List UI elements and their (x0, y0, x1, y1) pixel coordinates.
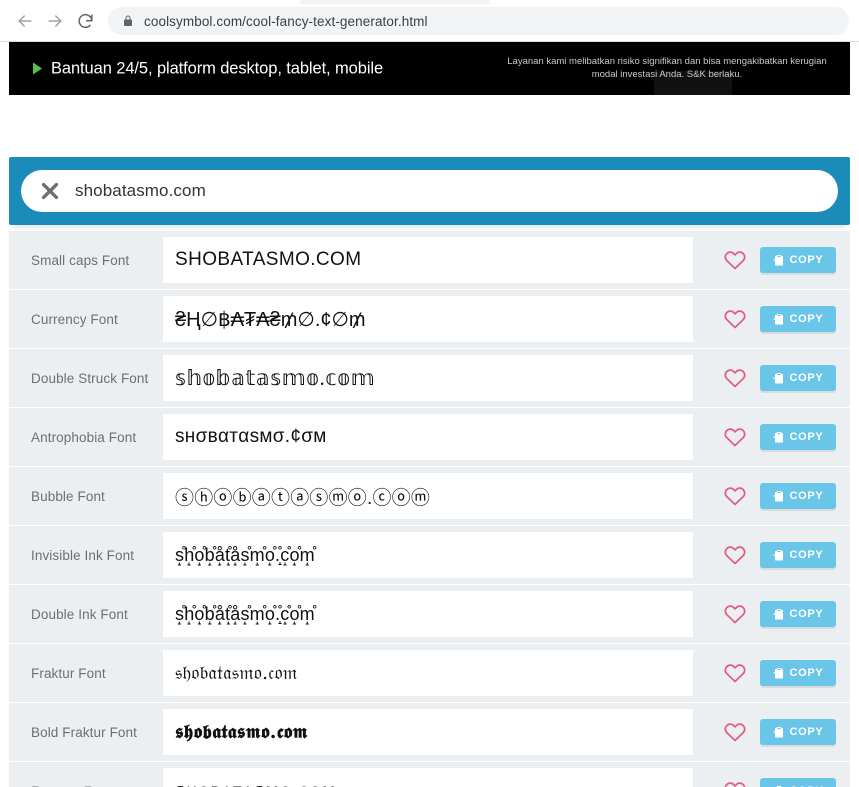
copy-button-label: COPY (789, 667, 824, 679)
close-x-icon[interactable] (37, 178, 63, 204)
font-row-label: Double Ink Font (31, 606, 128, 622)
heart-icon[interactable] (722, 778, 748, 787)
font-row-label: Bubble Font (31, 488, 105, 504)
clipboard-icon (773, 726, 785, 739)
ad-banner[interactable]: Bantuan 24/5, platform desktop, tablet, … (9, 42, 850, 95)
browser-toolbar: coolsymbol.com/cool-fancy-text-generator… (0, 0, 859, 42)
clipboard-icon (773, 254, 785, 267)
heart-icon[interactable] (722, 483, 748, 509)
font-row-actions: COPY (702, 644, 850, 702)
font-row-output[interactable]: ₴Ⱨ∅฿₳₮₳₴₥∅.¢∅₥ (163, 296, 693, 342)
clipboard-icon (773, 431, 785, 444)
font-row: Double Ink Font s̝̊h̝̊o̝̊b̝̊å̝t̝̊å̝s̝̊m̝̊… (9, 585, 850, 643)
font-row-actions: COPY (702, 290, 850, 348)
clipboard-icon (773, 490, 785, 503)
font-row: Bubble Font ⓢⓗⓞⓑⓐⓣⓐⓢⓜⓞ.ⓒⓞⓜ COPY (9, 467, 850, 525)
heart-icon[interactable] (722, 660, 748, 686)
font-row-actions: COPY (702, 467, 850, 525)
copy-button[interactable]: COPY (760, 247, 836, 273)
heart-icon[interactable] (722, 365, 748, 391)
search-input-value: shobatasmo.com (75, 181, 206, 200)
copy-button-label: COPY (789, 254, 824, 266)
clipboard-icon (773, 313, 785, 326)
search-band: shobatasmo.com (9, 157, 850, 225)
font-row-actions: COPY (702, 349, 850, 407)
font-row-output[interactable]: s̝̊h̝̊o̝̊b̝̊å̝t̝̊å̝s̝̊m̝̊o̝̊.̝̊c̝̊o̝̊m̝̊ (163, 532, 693, 578)
play-triangle-icon (33, 62, 42, 75)
back-arrow-icon[interactable] (10, 6, 40, 36)
copy-button[interactable]: COPY (760, 719, 836, 745)
clipboard-icon (773, 549, 785, 562)
copy-button[interactable]: COPY (760, 542, 836, 568)
copy-button-label: COPY (789, 431, 824, 443)
copy-button[interactable]: COPY (760, 424, 836, 450)
font-row-actions: COPY (702, 762, 850, 787)
content-gap (0, 95, 859, 157)
copy-button[interactable]: COPY (760, 483, 836, 509)
font-row-label: Double Struck Font (31, 370, 149, 386)
font-row-label: Antrophobia Font (31, 429, 137, 445)
font-row-output[interactable]: ꜱʜᴏʙᴀᴛᴀꜱᴍᴏ.ᴄᴏᴍ (163, 768, 693, 787)
font-row-label: Bold Fraktur Font (31, 724, 137, 740)
clipboard-icon (773, 372, 785, 385)
font-row-actions: COPY (702, 231, 850, 289)
heart-icon[interactable] (722, 719, 748, 745)
font-row: Antrophobia Font ѕнσвαтαѕмσ.¢σм COPY (9, 408, 850, 466)
heart-icon[interactable] (722, 601, 748, 627)
font-row-actions: COPY (702, 526, 850, 584)
copy-button[interactable]: COPY (760, 778, 836, 787)
heart-icon[interactable] (722, 247, 748, 273)
url-text: coolsymbol.com/cool-fancy-text-generator… (144, 13, 428, 29)
font-row-label: Invisible Ink Font (31, 547, 135, 563)
ad-headline-group: Bantuan 24/5, platform desktop, tablet, … (33, 59, 383, 78)
lock-icon (122, 14, 134, 28)
font-list: Small caps Font SHOBATASMO.COM COPY Currenc… (9, 231, 850, 787)
copy-button-label: COPY (789, 490, 824, 502)
copy-button[interactable]: COPY (760, 660, 836, 686)
font-row-output[interactable]: SHOBATASMO.COM (163, 237, 693, 283)
font-row: Fantasy Fontꜱʜᴏʙᴀᴛᴀꜱᴍᴏ.ᴄᴏᴍ COPY (9, 762, 850, 787)
font-row-label: Small caps Font (31, 252, 130, 268)
font-row-output[interactable]: 𝕤𝕙𝕠𝕓𝕒𝕥𝕒𝕤𝕞𝕠.𝕔𝕠𝕞 (163, 355, 693, 401)
font-row: Fraktur Font 𝔰𝔥𝔬𝔟𝔞𝔱𝔞𝔰𝔪𝔬.𝔠𝔬𝔪 COPY (9, 644, 850, 702)
browser-tab-stub[interactable] (300, 0, 490, 4)
font-row-label: Fraktur Font (31, 665, 106, 681)
font-row: Double Struck Font 𝕤𝕙𝕠𝕓𝕒𝕥𝕒𝕤𝕞𝕠.𝕔𝕠𝕞 COPY (9, 349, 850, 407)
font-row: Invisible Ink Font s̝̊h̝̊o̝̊b̝̊å̝t̝̊å̝s̝̊… (9, 526, 850, 584)
ad-disclaimer: Layanan kami melibatkan risiko signifika… (507, 55, 827, 81)
copy-button-label: COPY (789, 726, 824, 738)
font-row-actions: COPY (702, 585, 850, 643)
font-row-actions: COPY (702, 408, 850, 466)
font-row-output[interactable]: ⓢⓗⓞⓑⓐⓣⓐⓢⓜⓞ.ⓒⓞⓜ (163, 473, 693, 519)
search-input[interactable]: shobatasmo.com (21, 170, 838, 212)
ad-headline: Bantuan 24/5, platform desktop, tablet, … (51, 59, 384, 77)
font-row-label: Currency Font (31, 311, 118, 327)
address-bar[interactable]: coolsymbol.com/cool-fancy-text-generator… (108, 7, 849, 35)
forward-arrow-icon[interactable] (40, 6, 70, 36)
heart-icon[interactable] (722, 306, 748, 332)
font-row-actions: COPY (702, 703, 850, 761)
copy-button-label: COPY (789, 372, 824, 384)
copy-button[interactable]: COPY (760, 306, 836, 332)
font-row: Small caps Font SHOBATASMO.COM COPY (9, 231, 850, 289)
heart-icon[interactable] (722, 424, 748, 450)
clipboard-icon (773, 608, 785, 621)
font-row-output[interactable]: s̝̊h̝̊o̝̊b̝̊å̝t̝̊å̝s̝̊m̝̊o̝̊.̝̊c̝̊o̝̊m̝̊ (163, 591, 693, 637)
copy-button-label: COPY (789, 608, 824, 620)
heart-icon[interactable] (722, 542, 748, 568)
copy-button-label: COPY (789, 313, 824, 325)
font-row-output[interactable]: 𝖘𝖍𝖔𝖇𝖆𝖙𝖆𝖘𝖒𝖔.𝖈𝖔𝖒 (163, 709, 693, 755)
font-row-output[interactable]: ѕнσвαтαѕмσ.¢σм (163, 414, 693, 460)
font-row: Bold Fraktur Font 𝖘𝖍𝖔𝖇𝖆𝖙𝖆𝖘𝖒𝖔.𝖈𝖔𝖒 COPY (9, 703, 850, 761)
font-row: Currency Font ₴Ⱨ∅฿₳₮₳₴₥∅.¢∅₥ COPY (9, 290, 850, 348)
copy-button[interactable]: COPY (760, 601, 836, 627)
font-row-output[interactable]: 𝔰𝔥𝔬𝔟𝔞𝔱𝔞𝔰𝔪𝔬.𝔠𝔬𝔪 (163, 650, 693, 696)
font-row-label: Fantasy Font (9, 762, 163, 787)
reload-icon[interactable] (70, 6, 100, 36)
copy-button[interactable]: COPY (760, 365, 836, 391)
copy-button-label: COPY (789, 549, 824, 561)
clipboard-icon (773, 667, 785, 680)
